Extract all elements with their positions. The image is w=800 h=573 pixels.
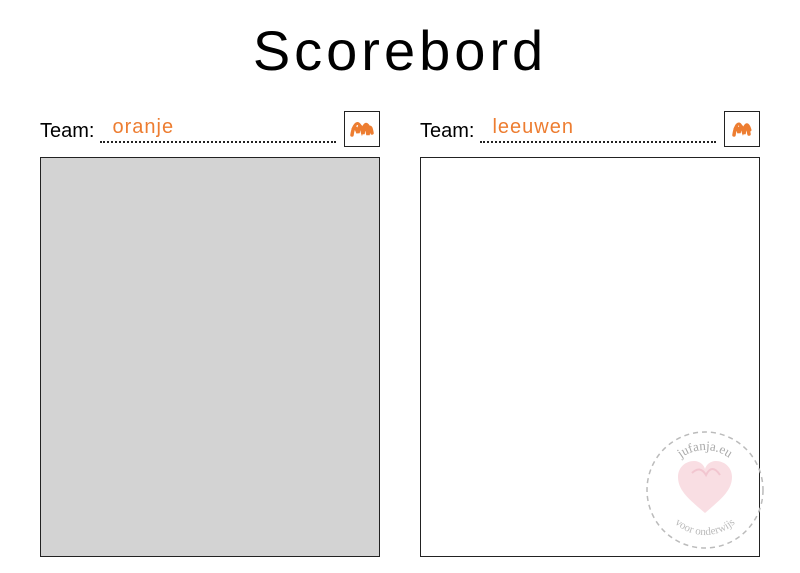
team-column-1: Team: oranje: [40, 103, 380, 557]
team-name-line-1[interactable]: oranje: [100, 123, 336, 143]
scribble-icon: [728, 115, 756, 143]
heart-icon: [678, 461, 732, 513]
page-title: Scorebord: [0, 18, 800, 83]
scribble-icon: [348, 115, 376, 143]
team-header-1: Team: oranje: [40, 103, 380, 143]
watermark-bottom-text: voor onderwijs: [673, 516, 737, 538]
svg-text:voor onderwijs: voor onderwijs: [673, 516, 737, 538]
team-color-box-1[interactable]: [344, 111, 380, 147]
watermark-badge: jufanja.eu voor onderwijs: [640, 425, 770, 555]
team-label-1: Team:: [40, 120, 94, 143]
team-label-2: Team:: [420, 120, 474, 143]
team-header-2: Team: leeuwen: [420, 103, 760, 143]
team-name-1: oranje: [112, 116, 174, 139]
watermark-top-text: jufanja.eu: [673, 438, 736, 461]
svg-text:jufanja.eu: jufanja.eu: [673, 438, 736, 461]
team-name-2: leeuwen: [492, 116, 574, 139]
score-box-1[interactable]: [40, 157, 380, 557]
team-color-box-2[interactable]: [724, 111, 760, 147]
team-name-line-2[interactable]: leeuwen: [480, 123, 716, 143]
